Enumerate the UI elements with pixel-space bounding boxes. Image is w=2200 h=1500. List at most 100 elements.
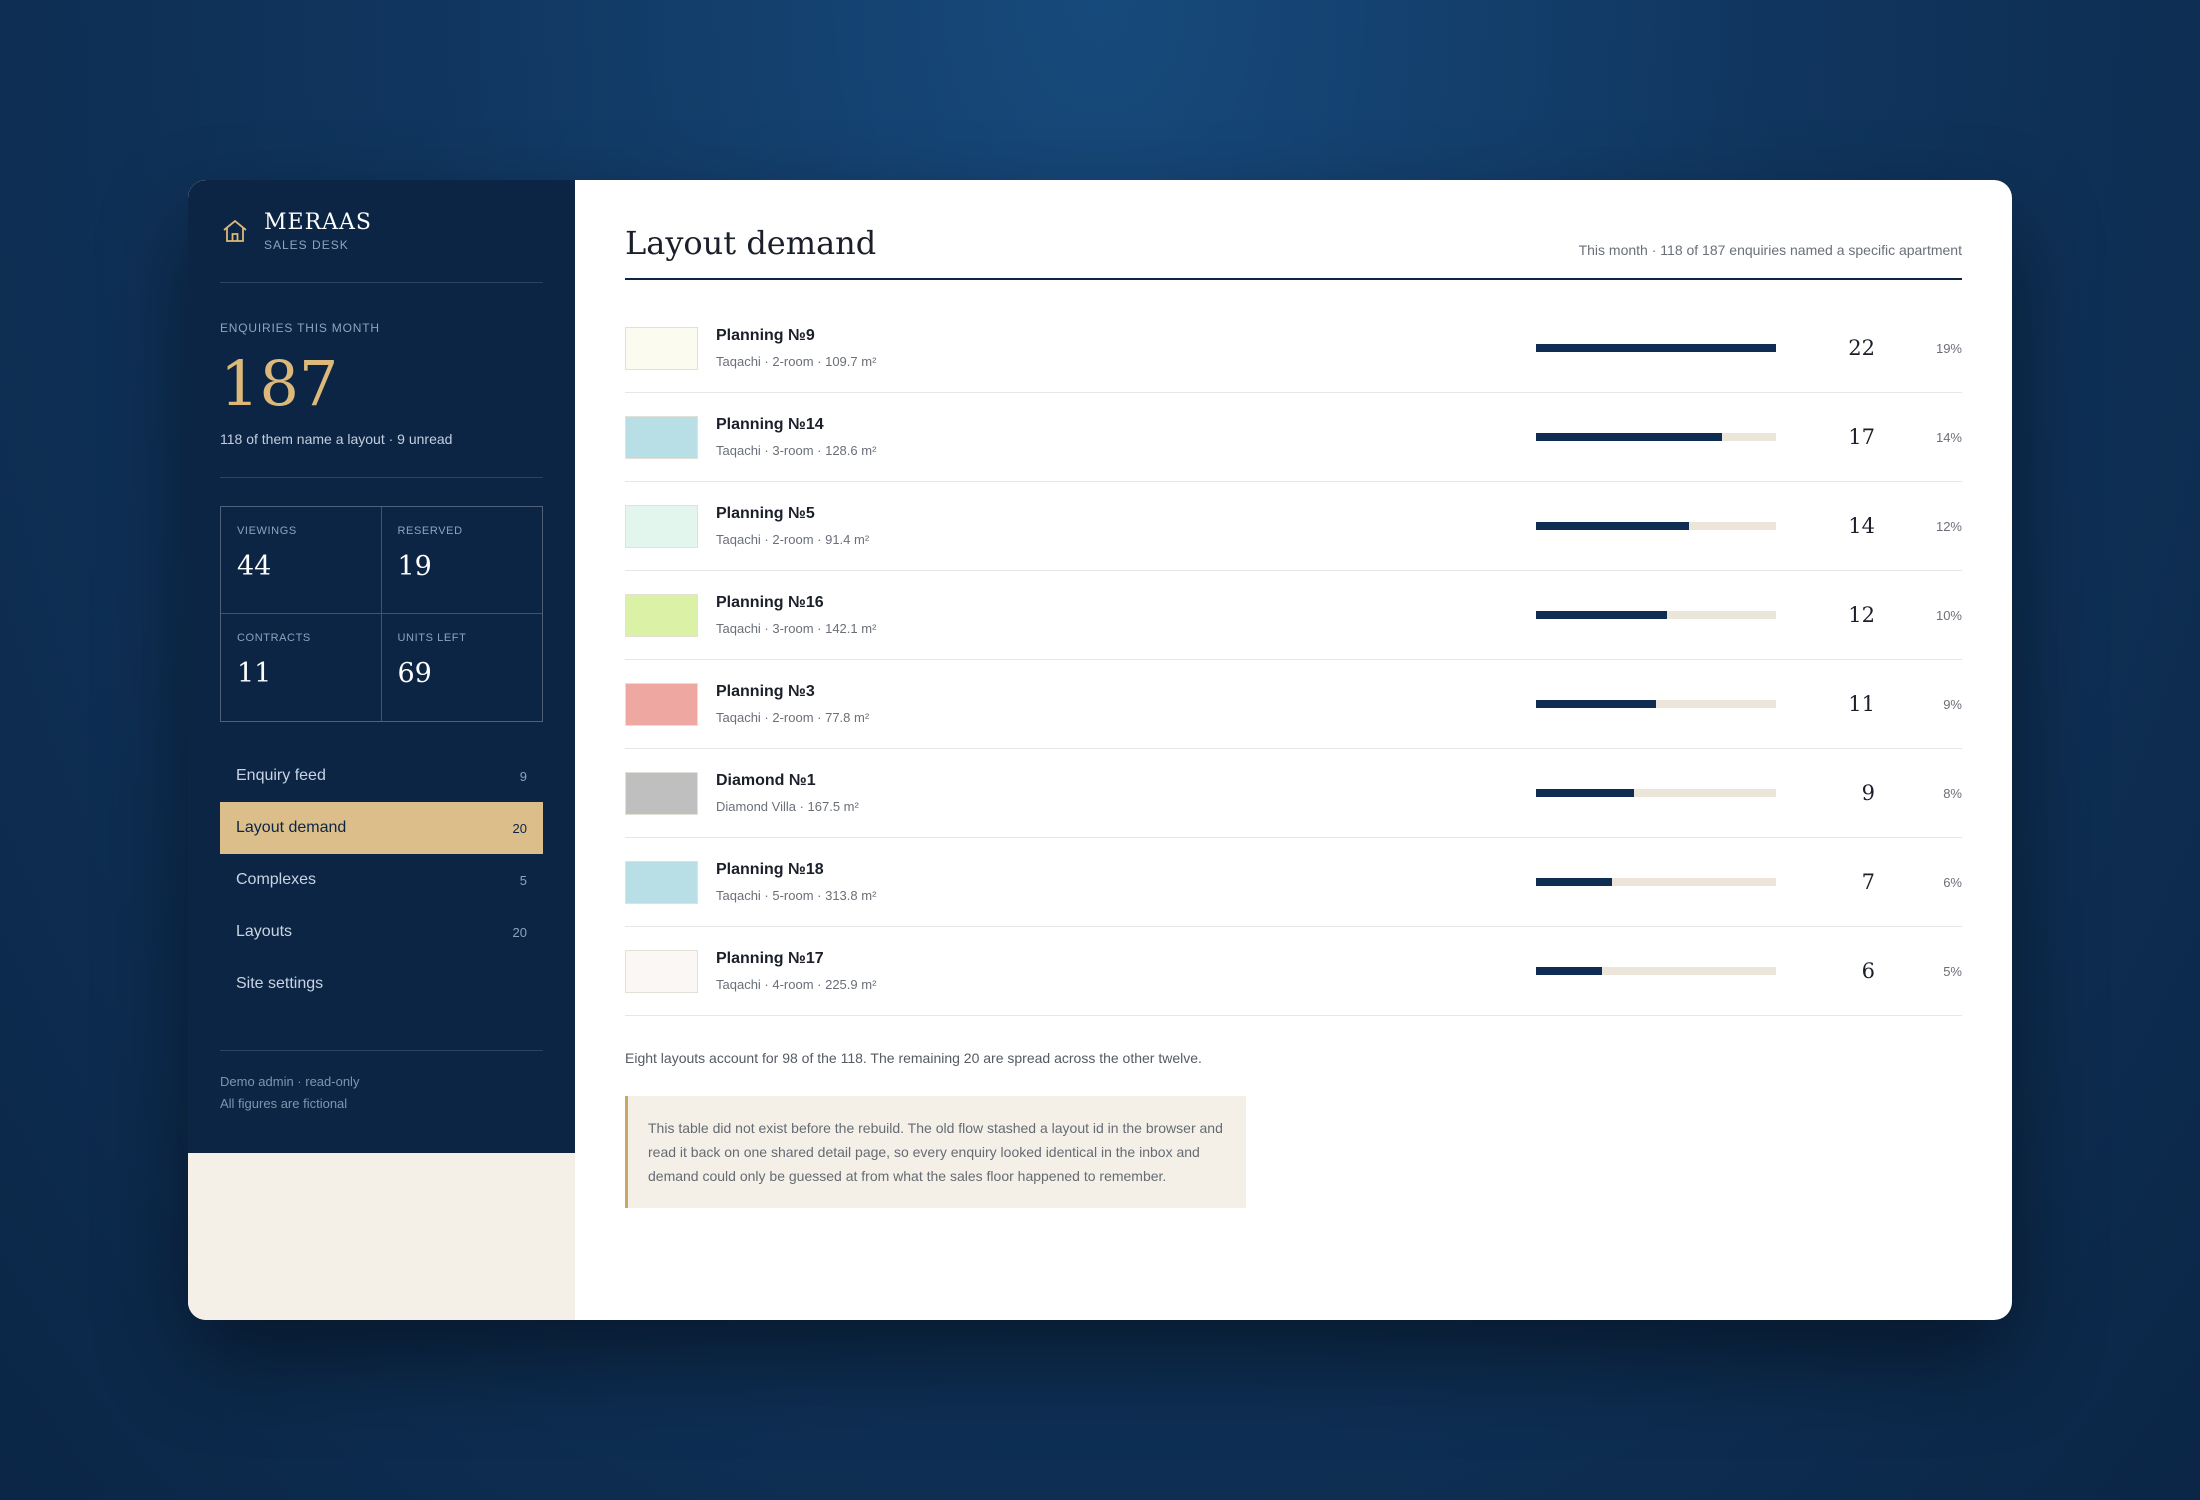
layout-info: Diamond №1 Diamond Villa · 167.5 m² — [716, 772, 1316, 814]
sidebar: MERAAS SALES DESK ENQUIRIES THIS MONTH 1… — [188, 180, 575, 1320]
table-row[interactable]: Planning №16 Taqachi · 3-room · 142.1 m² 1… — [625, 571, 1962, 660]
sidebar-item-complexes[interactable]: Complexes 5 — [220, 854, 543, 906]
demand-bar-fill — [1536, 878, 1613, 886]
demand-bar-track — [1536, 344, 1776, 352]
table-row[interactable]: Planning №3 Taqachi · 2-room · 77.8 m² 11 9… — [625, 660, 1962, 749]
sidebar-nav: Enquiry feed 9 Layout demand 20 Complexe… — [220, 750, 543, 1010]
table-row[interactable]: Planning №9 Taqachi · 2-room · 109.7 m² 22… — [625, 304, 1962, 393]
enquiries-note: 118 of them name a layout · 9 unread — [220, 431, 453, 447]
layout-name: Planning №14 — [716, 416, 824, 433]
sidebar-item-count: 20 — [512, 820, 527, 836]
stat-contracts: CONTRACTS 11 — [221, 614, 382, 721]
sidebar-item-label: Site settings — [236, 975, 324, 992]
demand-bar-fill — [1536, 522, 1689, 530]
app-window: MERAAS SALES DESK ENQUIRIES THIS MONTH 1… — [188, 180, 2012, 1320]
demand-bar-track — [1536, 967, 1776, 975]
enquiry-count: 17 — [1848, 425, 1875, 449]
layout-swatch — [625, 593, 698, 637]
sidebar-item-site-settings[interactable]: Site settings — [220, 958, 543, 1010]
demand-bar-fill — [1536, 611, 1667, 619]
layout-swatch — [625, 860, 698, 904]
layout-info: Planning №9 Taqachi · 2-room · 109.7 m² — [716, 327, 1316, 369]
sidebar-item-enquiry-feed[interactable]: Enquiry feed 9 — [220, 750, 543, 802]
sidebar-item-count: 20 — [512, 924, 527, 940]
sidebar-item-layout-demand[interactable]: Layout demand 20 — [220, 802, 543, 854]
layout-details: Taqachi · 2-room · 91.4 m² — [716, 532, 870, 547]
enquiries-summary: ENQUIRIES THIS MONTH 187 118 of them nam… — [220, 283, 543, 478]
stat-value: 11 — [237, 658, 272, 689]
stat-label: UNITS LEFT — [397, 632, 467, 644]
layout-name: Planning №9 — [716, 327, 815, 344]
table-row[interactable]: Planning №5 Taqachi · 2-room · 91.4 m² 14 1… — [625, 482, 1962, 571]
enquiry-percent: 6% — [1943, 874, 1962, 890]
enquiry-percent: 14% — [1935, 429, 1962, 445]
enquiry-percent: 8% — [1943, 785, 1962, 801]
layout-demand-table: Planning №9 Taqachi · 2-room · 109.7 m² 22… — [625, 304, 1962, 1016]
enquiry-percent: 19% — [1935, 340, 1962, 356]
demand-bar-fill — [1536, 344, 1776, 352]
enquiry-count: 9 — [1861, 781, 1875, 805]
layout-details: Taqachi · 3-room · 142.1 m² — [716, 621, 877, 636]
stat-label: CONTRACTS — [237, 632, 311, 644]
home-icon — [223, 219, 247, 242]
sidebar-item-label: Layouts — [236, 923, 293, 940]
enquiry-count: 14 — [1848, 514, 1875, 538]
table-row[interactable]: Planning №18 Taqachi · 5-room · 313.8 m² 7… — [625, 838, 1962, 927]
enquiry-count: 6 — [1861, 959, 1875, 983]
enquiry-count: 12 — [1848, 603, 1875, 627]
sidebar-footer: Demo admin · read-only All figures are f… — [220, 1050, 543, 1115]
demand-bar-fill — [1536, 789, 1635, 797]
stat-viewings: VIEWINGS 44 — [221, 507, 382, 614]
layout-info: Planning №5 Taqachi · 2-room · 91.4 m² — [716, 505, 1316, 547]
page-title: Layout demand — [625, 224, 877, 262]
demand-bar-track — [1536, 611, 1776, 619]
demand-bar-track — [1536, 522, 1776, 530]
stat-value: 44 — [237, 551, 272, 582]
stat-label: RESERVED — [397, 525, 463, 537]
stat-reserved: RESERVED 19 — [381, 507, 542, 614]
layout-info: Planning №3 Taqachi · 2-room · 77.8 m² — [716, 683, 1316, 725]
stat-value: 69 — [397, 658, 432, 689]
demand-bar-fill — [1536, 433, 1722, 441]
brand-subtitle: SALES DESK — [264, 238, 349, 252]
demand-bar-fill — [1536, 967, 1602, 975]
table-row[interactable]: Planning №14 Taqachi · 3-room · 128.6 m² 1… — [625, 393, 1962, 482]
sidebar-item-label: Enquiry feed — [236, 767, 326, 784]
enquiry-percent: 10% — [1935, 607, 1962, 623]
header-meta: This month · 118 of 187 enquiries named … — [1578, 242, 1962, 258]
layout-swatch — [625, 326, 698, 370]
stat-units-left: UNITS LEFT 69 — [382, 614, 543, 721]
enquiry-count: 22 — [1848, 336, 1875, 360]
sidebar-item-layouts[interactable]: Layouts 20 — [220, 906, 543, 958]
sidebar-item-label: Layout demand — [236, 819, 347, 836]
enquiry-percent: 9% — [1943, 696, 1962, 712]
layout-info: Planning №18 Taqachi · 5-room · 313.8 m² — [716, 861, 1316, 903]
rebuild-note: This table did not exist before the rebu… — [625, 1096, 1246, 1208]
sidebar-panel: MERAAS SALES DESK ENQUIRIES THIS MONTH 1… — [188, 180, 575, 1153]
main-content: Layout demand This month · 118 of 187 en… — [575, 180, 2012, 1320]
brand: MERAAS SALES DESK — [220, 210, 543, 283]
brand-name: MERAAS — [264, 210, 372, 235]
layout-swatch — [625, 771, 698, 815]
enquiries-label: ENQUIRIES THIS MONTH — [220, 321, 380, 335]
summary-text: Eight layouts account for 98 of the 118.… — [625, 1050, 1202, 1066]
layout-details: Taqachi · 4-room · 225.9 m² — [716, 977, 877, 992]
stat-value: 19 — [397, 551, 432, 582]
layout-name: Diamond №1 — [716, 772, 816, 789]
enquiry-count: 7 — [1861, 870, 1875, 894]
layout-info: Planning №17 Taqachi · 4-room · 225.9 m² — [716, 950, 1316, 992]
enquiry-percent: 12% — [1935, 518, 1962, 534]
enquiry-count: 11 — [1848, 692, 1875, 716]
layout-details: Taqachi · 2-room · 109.7 m² — [716, 354, 877, 369]
table-row[interactable]: Planning №17 Taqachi · 4-room · 225.9 m² 6… — [625, 927, 1962, 1016]
demand-bar-track — [1536, 878, 1776, 886]
layout-name: Planning №18 — [716, 861, 824, 878]
layout-name: Planning №17 — [716, 950, 824, 967]
demand-bar-track — [1536, 433, 1776, 441]
page-header: Layout demand This month · 118 of 187 en… — [625, 224, 1962, 280]
layout-details: Taqachi · 2-room · 77.8 m² — [716, 710, 870, 725]
layout-details: Taqachi · 3-room · 128.6 m² — [716, 443, 877, 458]
table-row[interactable]: Diamond №1 Diamond Villa · 167.5 m² 9 8% — [625, 749, 1962, 838]
sidebar-item-label: Complexes — [236, 871, 317, 888]
layout-swatch — [625, 949, 698, 993]
